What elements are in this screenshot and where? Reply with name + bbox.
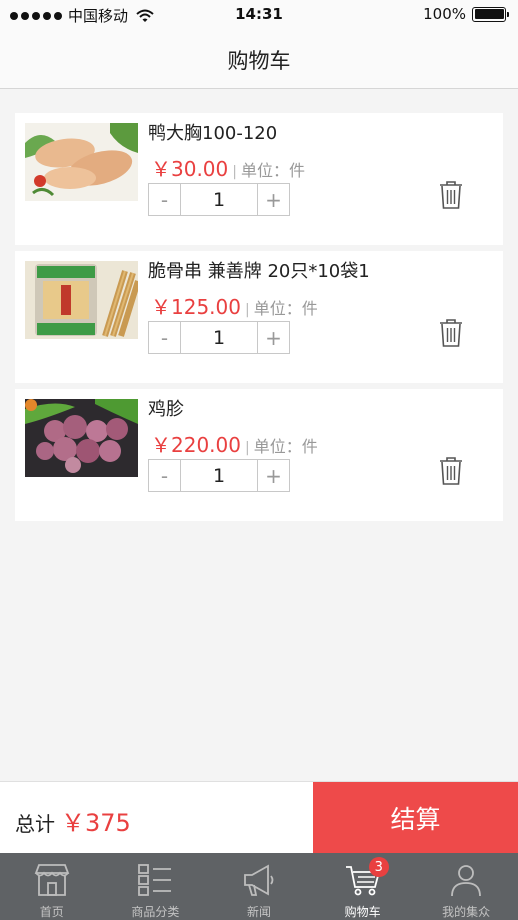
category-list-icon bbox=[138, 864, 172, 896]
tab-news[interactable]: 新闻 bbox=[207, 853, 311, 920]
quantity-stepper: - 1 + bbox=[148, 321, 290, 354]
item-price: ￥30.00 bbox=[151, 157, 229, 181]
tab-label: 首页 bbox=[39, 905, 64, 919]
decrement-button[interactable]: - bbox=[149, 460, 181, 491]
cart-item: 鸭大胸100-120 ￥30.00 | 单位：件 - 1 + bbox=[15, 113, 503, 245]
price-row: ￥30.00 | 单位：件 bbox=[151, 153, 305, 182]
price-row: ￥125.00 | 单位：件 bbox=[151, 291, 318, 320]
checkout-button[interactable]: 结算 bbox=[313, 782, 518, 853]
trash-icon[interactable] bbox=[439, 456, 463, 486]
increment-button[interactable]: + bbox=[257, 460, 289, 491]
tab-label: 购物车 bbox=[344, 905, 381, 919]
product-image-chicken-gizzard[interactable] bbox=[25, 399, 138, 477]
tab-bar: 首页 商品分类 新闻 3 购物车 我的集众 bbox=[0, 853, 518, 920]
tab-label: 新闻 bbox=[246, 905, 271, 919]
increment-button[interactable]: + bbox=[257, 184, 289, 215]
tab-home[interactable]: 首页 bbox=[0, 853, 104, 920]
tab-categories[interactable]: 商品分类 bbox=[104, 853, 208, 920]
tab-label: 商品分类 bbox=[131, 905, 180, 919]
tab-profile[interactable]: 我的集众 bbox=[414, 853, 518, 920]
increment-button[interactable]: + bbox=[257, 322, 289, 353]
status-bar: 中国移动 14:31 100% bbox=[0, 0, 518, 30]
summary-bar: 总计 ￥375 结算 bbox=[0, 781, 518, 853]
battery-icon bbox=[472, 6, 509, 22]
battery-percent: 100% bbox=[423, 5, 466, 23]
divider: | bbox=[244, 302, 250, 318]
decrement-button[interactable]: - bbox=[149, 322, 181, 353]
cart-list: 鸭大胸100-120 ￥30.00 | 单位：件 - 1 + 脆骨串 兼善牌 2… bbox=[15, 113, 503, 527]
item-unit: 单位：件 bbox=[253, 437, 318, 456]
item-price: ￥220.00 bbox=[151, 433, 241, 457]
tab-label: 我的集众 bbox=[442, 905, 491, 919]
divider: | bbox=[244, 440, 250, 456]
decrement-button[interactable]: - bbox=[149, 184, 181, 215]
divider: | bbox=[232, 164, 237, 180]
item-unit: 单位：件 bbox=[253, 299, 318, 318]
item-unit: 单位：件 bbox=[240, 161, 305, 180]
total-value: ￥375 bbox=[61, 809, 131, 837]
trash-icon[interactable] bbox=[439, 180, 463, 210]
product-image-cartilage-skewers[interactable] bbox=[25, 261, 138, 339]
total-label: 总计 bbox=[15, 812, 55, 836]
status-right: 100% bbox=[423, 5, 509, 23]
item-price: ￥125.00 bbox=[151, 295, 241, 319]
price-row: ￥220.00 | 单位：件 bbox=[151, 429, 318, 458]
shop-icon bbox=[34, 864, 70, 896]
nav-bar: 购物车 bbox=[0, 30, 518, 89]
cart-item: 鸡胗 ￥220.00 | 单位：件 - 1 + bbox=[15, 389, 503, 521]
megaphone-icon bbox=[244, 864, 274, 896]
quantity-input[interactable]: 1 bbox=[181, 460, 257, 491]
quantity-input[interactable]: 1 bbox=[181, 184, 257, 215]
quantity-stepper: - 1 + bbox=[148, 183, 290, 216]
tab-cart[interactable]: 3 购物车 bbox=[311, 853, 415, 920]
page-title: 购物车 bbox=[227, 49, 291, 73]
quantity-input[interactable]: 1 bbox=[181, 322, 257, 353]
user-icon bbox=[451, 865, 482, 897]
total: 总计 ￥375 bbox=[15, 803, 131, 838]
cart-item: 脆骨串 兼善牌 20只*10袋1 ￥125.00 | 单位：件 - 1 + bbox=[15, 251, 503, 383]
trash-icon[interactable] bbox=[439, 318, 463, 348]
item-name[interactable]: 脆骨串 兼善牌 20只*10袋1 bbox=[148, 257, 370, 283]
quantity-stepper: - 1 + bbox=[148, 459, 290, 492]
item-name[interactable]: 鸭大胸100-120 bbox=[148, 119, 277, 145]
cart-badge: 3 bbox=[368, 857, 389, 877]
item-name[interactable]: 鸡胗 bbox=[148, 395, 184, 421]
product-image-duck-breast[interactable] bbox=[25, 123, 138, 201]
